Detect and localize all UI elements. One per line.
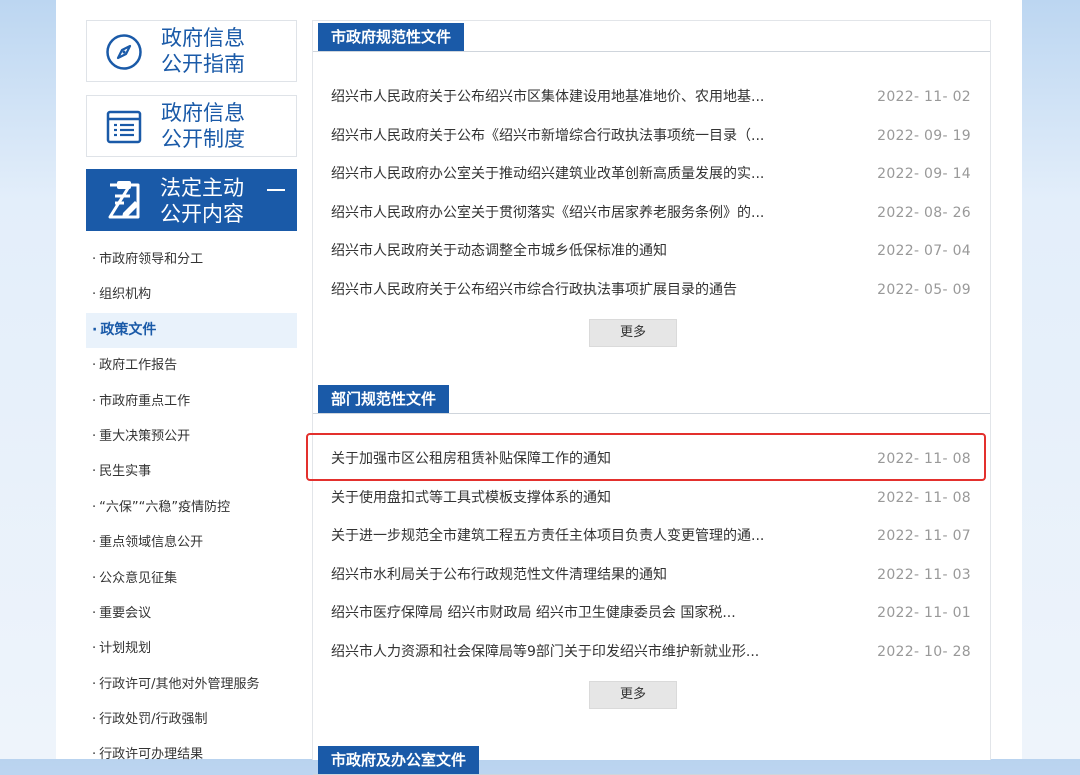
section-header: 市政府规范性文件 [313,21,990,52]
section-title: 部门规范性文件 [318,385,450,413]
sidebar-item-policy-documents[interactable]: · 政策文件 [86,312,297,349]
section-department-regulatory-docs: 部门规范性文件 关于加强市区公租房租赁补贴保障工作的通知 2022- 11- 08… [313,383,990,709]
sidebar-item-licensing[interactable]: · 行政许可/其他对外管理服务 [86,667,297,702]
section-header: 部门规范性文件 [313,383,990,414]
list-item[interactable]: 绍兴市人民政府办公室关于推动绍兴建筑业改革创新高质量发展的实... 2022- 0… [331,164,971,184]
page-background-right [1022,0,1080,759]
sidebar-item-public-opinion[interactable]: · 公众意见征集 [86,561,297,596]
list-item[interactable]: 绍兴市水利局关于公布行政规范性文件清理结果的通知 2022- 11- 03 [331,565,971,585]
sidebar-card-statutory-disclosure[interactable]: 法定主动 公开内容 [86,169,297,231]
document-list-icon [105,108,143,146]
sidebar-card-title: 政府信息 公开指南 [161,26,245,76]
list-item[interactable]: 绍兴市人民政府关于公布绍兴市区集体建设用地基准地价、农用地基... 2022- 1… [331,87,971,107]
section-header: 市政府及办公室文件 [313,744,990,775]
sidebar-item-licensing-results[interactable]: · 行政许可办理结果 [86,737,297,772]
list-item[interactable]: 绍兴市人民政府关于公布绍兴市综合行政执法事项扩展目录的通告 2022- 05- 0… [331,280,971,300]
section-title: 市政府规范性文件 [318,23,465,51]
sidebar-card-title: 政府信息 公开制度 [161,101,245,151]
compass-icon [105,33,143,71]
minus-icon[interactable] [267,189,285,191]
sidebar-item-plans[interactable]: · 计划规划 [86,631,297,666]
list-item[interactable]: 绍兴市人民政府办公室关于贯彻落实《绍兴市居家养老服务条例》的... 2022- 0… [331,203,971,223]
page-background-left [0,0,56,759]
sidebar-item-key-work[interactable]: · 市政府重点工作 [86,384,297,419]
sidebar-item-penalties[interactable]: · 行政处罚/行政强制 [86,702,297,737]
section-title: 市政府及办公室文件 [318,746,480,774]
list-item[interactable]: 绍兴市人民政府关于公布《绍兴市新增综合行政执法事项统一目录（... 2022- 0… [331,126,971,146]
list-item[interactable]: 关于使用盘扣式等工具式模板支撑体系的通知 2022- 11- 08 [331,488,971,508]
sidebar-item-major-decisions[interactable]: · 重大决策预公开 [86,419,297,454]
list-item[interactable]: 绍兴市人力资源和社会保障局等9部门关于印发绍兴市维护新就业形... 2022- 1… [331,642,971,662]
list-item[interactable]: 绍兴市人民政府关于动态调整全市城乡低保标准的通知 2022- 07- 04 [331,241,971,261]
more-button[interactable]: 更多 [589,319,677,347]
sidebar-card-title: 法定主动 公开内容 [160,176,244,226]
sidebar-item-epidemic[interactable]: · “六保”“六稳”疫情防控 [86,490,297,525]
sidebar-card-disclosure-guide[interactable]: 政府信息 公开指南 [86,20,297,82]
sidebar-item-leaders[interactable]: · 市政府领导和分工 [86,242,297,277]
highlight-box [306,433,986,481]
sidebar-menu: · 市政府领导和分工 · 组织机构 · 政策文件 · 政府工作报告 · 市政府重点工作 ·… [86,242,297,773]
section-municipal-office-docs: 市政府及办公室文件 [313,744,990,775]
clipboard-edit-icon [104,179,144,221]
main-content: 市政府规范性文件 绍兴市人民政府关于公布绍兴市区集体建设用地基准地价、农用地基.… [312,20,991,775]
sidebar-item-livelihood[interactable]: · 民生实事 [86,454,297,489]
page-container: 政府信息 公开指南 政府信息 公开制度 法定主动 公开内容 · 市政府领导和分工… [56,0,1022,775]
section-municipal-regulatory-docs: 市政府规范性文件 绍兴市人民政府关于公布绍兴市区集体建设用地基准地价、农用地基.… [313,21,990,347]
list-item[interactable]: 绍兴市医疗保障局 绍兴市财政局 绍兴市卫生健康委员会 国家税... 2022- 1… [331,603,971,623]
more-button[interactable]: 更多 [589,681,677,709]
sidebar-card-disclosure-system[interactable]: 政府信息 公开制度 [86,95,297,157]
sidebar-item-meetings[interactable]: · 重要会议 [86,596,297,631]
sidebar-item-key-areas[interactable]: · 重点领域信息公开 [86,525,297,560]
sidebar-item-work-report[interactable]: · 政府工作报告 [86,348,297,383]
sidebar-item-organization[interactable]: · 组织机构 [86,277,297,312]
list-item[interactable]: 关于进一步规范全市建筑工程五方责任主体项目负责人变更管理的通... 2022- 1… [331,526,971,546]
